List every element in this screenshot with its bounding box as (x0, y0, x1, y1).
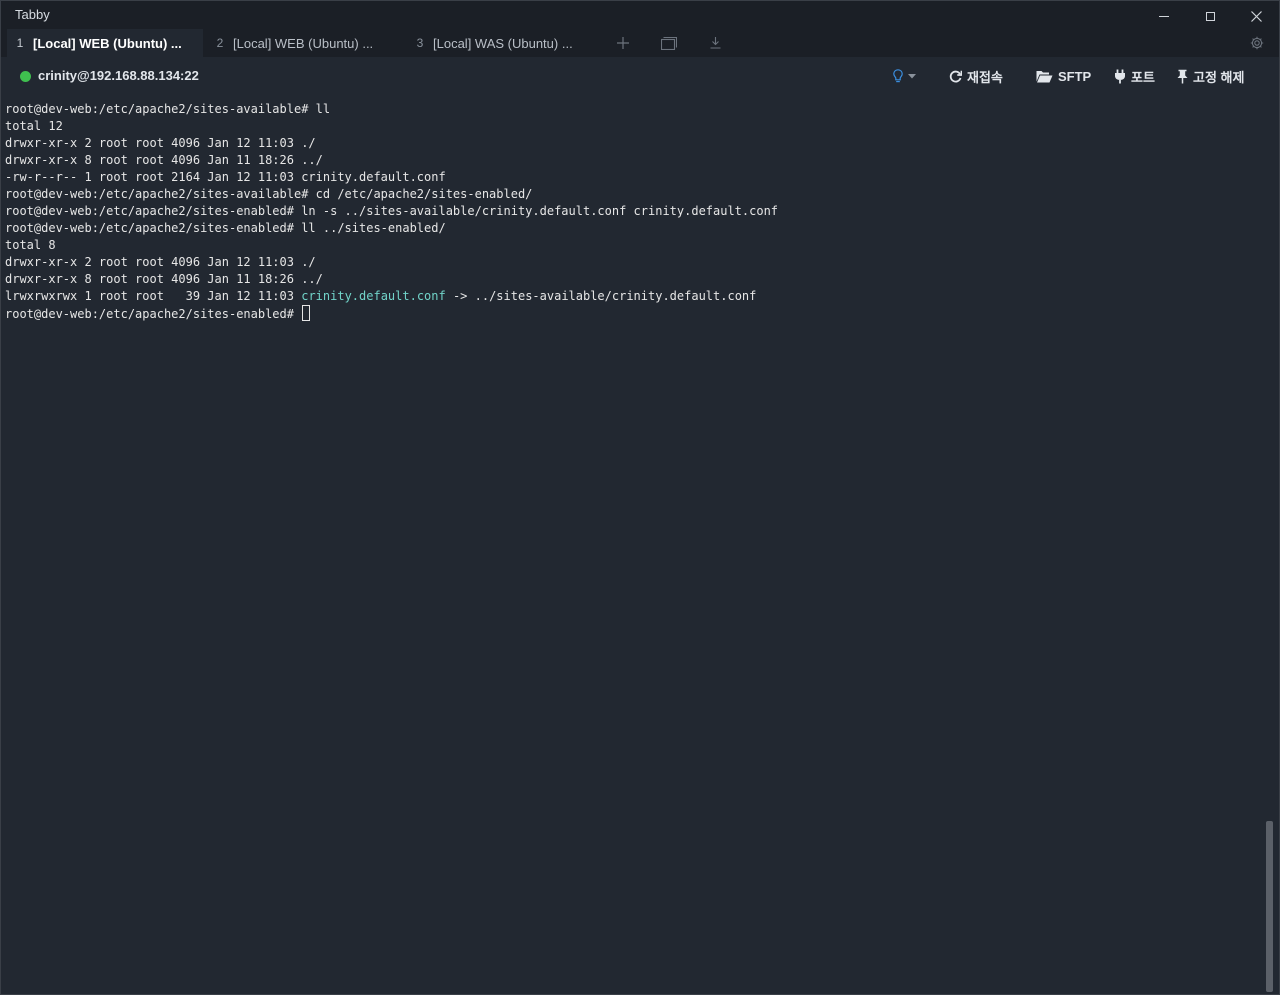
terminal-line: drwxr-xr-x 8 root root 4096 Jan 11 18:26… (5, 272, 323, 286)
terminal-line: drwxr-xr-x 2 root root 4096 Jan 12 11:03… (5, 136, 316, 150)
symlink-name: crinity.default.conf (301, 289, 446, 303)
lightbulb-icon (893, 68, 903, 82)
gear-icon (1250, 36, 1264, 50)
hint-dropdown-button[interactable] (893, 66, 916, 86)
tab-1[interactable]: 1 [Local] WEB (Ubuntu) ... (7, 29, 203, 57)
terminal-line: root@dev-web:/etc/apache2/sites-availabl… (5, 102, 331, 116)
text-cursor (302, 305, 311, 321)
close-button[interactable] (1233, 1, 1279, 31)
terminal-line: total 12 (5, 119, 63, 133)
window-icon (661, 36, 677, 50)
settings-button[interactable] (1246, 33, 1268, 53)
connection-label: crinity@192.168.88.134:22 (38, 68, 199, 83)
symlink-prefix: lrwxrwxrwx 1 root root 39 Jan 12 11:03 (5, 289, 302, 303)
terminal-line: root@dev-web:/etc/apache2/sites-availabl… (5, 187, 533, 201)
tab-title: [Local] WEB (Ubuntu) ... (33, 35, 182, 51)
sftp-button[interactable]: SFTP (1036, 66, 1091, 86)
new-tab-button[interactable] (612, 33, 634, 53)
folder-open-icon (1036, 70, 1053, 82)
reconnect-button[interactable]: 재접속 (949, 66, 1003, 86)
sftp-label: SFTP (1058, 68, 1092, 84)
plug-icon (1115, 69, 1125, 83)
tab-number: 2 (216, 36, 224, 50)
tab-bar: 1 [Local] WEB (Ubuntu) ... 2 [Local] WEB… (1, 29, 1279, 57)
terminal-output[interactable]: root@dev-web:/etc/apache2/sites-availabl… (1, 95, 1263, 994)
session-toolbar: crinity@192.168.88.134:22 재접속 SFTP 포트 고정… (1, 57, 1279, 95)
maximize-icon (1205, 11, 1215, 21)
connection-status-dot (20, 71, 31, 82)
tab-title: [Local] WAS (Ubuntu) ... (433, 35, 573, 51)
tab-title: [Local] WEB (Ubuntu) ... (233, 35, 374, 51)
plus-icon (617, 37, 629, 49)
tab-number: 1 (16, 36, 24, 50)
unpin-button[interactable]: 고정 해제 (1177, 66, 1244, 86)
terminal-line: root@dev-web:/etc/apache2/sites-enabled#… (5, 204, 779, 218)
ports-button[interactable]: 포트 (1114, 66, 1155, 86)
tab-2[interactable]: 2 [Local] WEB (Ubuntu) ... (207, 29, 403, 57)
title-bar: Tabby (1, 1, 1279, 31)
close-icon (1250, 10, 1262, 22)
minimize-button[interactable] (1141, 1, 1187, 31)
download-button[interactable] (704, 33, 726, 53)
pin-icon (1177, 69, 1188, 83)
tab-3[interactable]: 3 [Local] WAS (Ubuntu) ... (407, 29, 603, 57)
terminal-line: drwxr-xr-x 8 root root 4096 Jan 11 18:26… (5, 153, 323, 167)
unpin-label: 고정 해제 (1193, 69, 1245, 85)
reconnect-label: 재접속 (967, 69, 1003, 85)
split-window-button[interactable] (658, 33, 680, 53)
terminal-scrollbar[interactable] (1263, 101, 1273, 992)
tabby-window: Tabby 1 [Local] WEB (Ubuntu) ... 2 [Loca… (0, 0, 1280, 995)
download-icon (710, 37, 720, 49)
caret-down-icon (908, 73, 916, 78)
app-title: Tabby (15, 7, 50, 22)
terminal-line: drwxr-xr-x 2 root root 4096 Jan 12 11:03… (5, 255, 316, 269)
maximize-button[interactable] (1187, 1, 1233, 31)
terminal-line: root@dev-web:/etc/apache2/sites-enabled#… (5, 221, 446, 235)
terminal-line: total 8 (5, 238, 56, 252)
reload-icon (949, 70, 962, 82)
symlink-target: -> ../sites-available/crinity.default.co… (445, 289, 757, 303)
terminal-prompt-line: root@dev-web:/etc/apache2/sites-enabled# (5, 305, 1263, 322)
scrollbar-thumb[interactable] (1266, 821, 1273, 992)
tab-number: 3 (416, 36, 424, 50)
minimize-icon (1159, 15, 1169, 17)
ports-label: 포트 (1131, 69, 1155, 85)
prompt: root@dev-web:/etc/apache2/sites-enabled# (5, 307, 302, 321)
terminal-symlink-line: lrwxrwxrwx 1 root root 39 Jan 12 11:03 c… (5, 288, 1263, 305)
terminal-line: -rw-r--r-- 1 root root 2164 Jan 12 11:03… (5, 170, 446, 184)
